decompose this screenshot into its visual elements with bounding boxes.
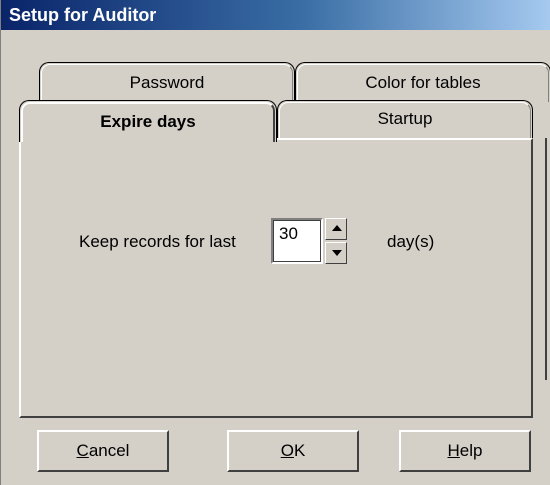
help-label-rest: elp — [459, 441, 483, 460]
title-bar: Setup for Auditor — [1, 0, 550, 30]
days-input[interactable]: 30 — [271, 218, 323, 264]
cancel-mnemonic: C — [76, 441, 89, 460]
spin-up-button[interactable] — [325, 218, 347, 240]
selected-tab-join — [23, 136, 273, 142]
window-title: Setup for Auditor — [9, 5, 157, 25]
ok-button[interactable]: OK — [227, 430, 359, 472]
spin-down-arrow-icon — [332, 250, 342, 256]
cancel-button[interactable]: Cancel — [37, 430, 169, 472]
tab-password[interactable]: Password — [39, 62, 295, 102]
spin-down-button[interactable] — [325, 242, 347, 264]
tab-color-for-tables[interactable]: Color for tables — [295, 62, 550, 102]
days-unit-label: day(s) — [387, 232, 435, 251]
days-value: 30 — [279, 224, 298, 243]
back-panel-edge — [533, 138, 547, 380]
help-mnemonic: H — [447, 441, 460, 460]
tab-color-for-tables-label: Color for tables — [365, 73, 481, 92]
ok-mnemonic: O — [280, 441, 294, 460]
tab-startup-label: Startup — [377, 109, 433, 128]
ok-label-rest: K — [293, 441, 306, 460]
tab-panel-expire-days — [19, 138, 533, 418]
keep-records-label: Keep records for last — [79, 232, 236, 251]
setup-dialog: Setup for Auditor Password Color for tab… — [0, 0, 550, 485]
spin-up-arrow-icon — [332, 225, 342, 231]
tab-startup[interactable]: Startup — [277, 100, 533, 138]
help-button[interactable]: Help — [399, 430, 531, 472]
tab-password-label: Password — [129, 73, 205, 92]
cancel-label-rest: ancel — [88, 441, 130, 460]
